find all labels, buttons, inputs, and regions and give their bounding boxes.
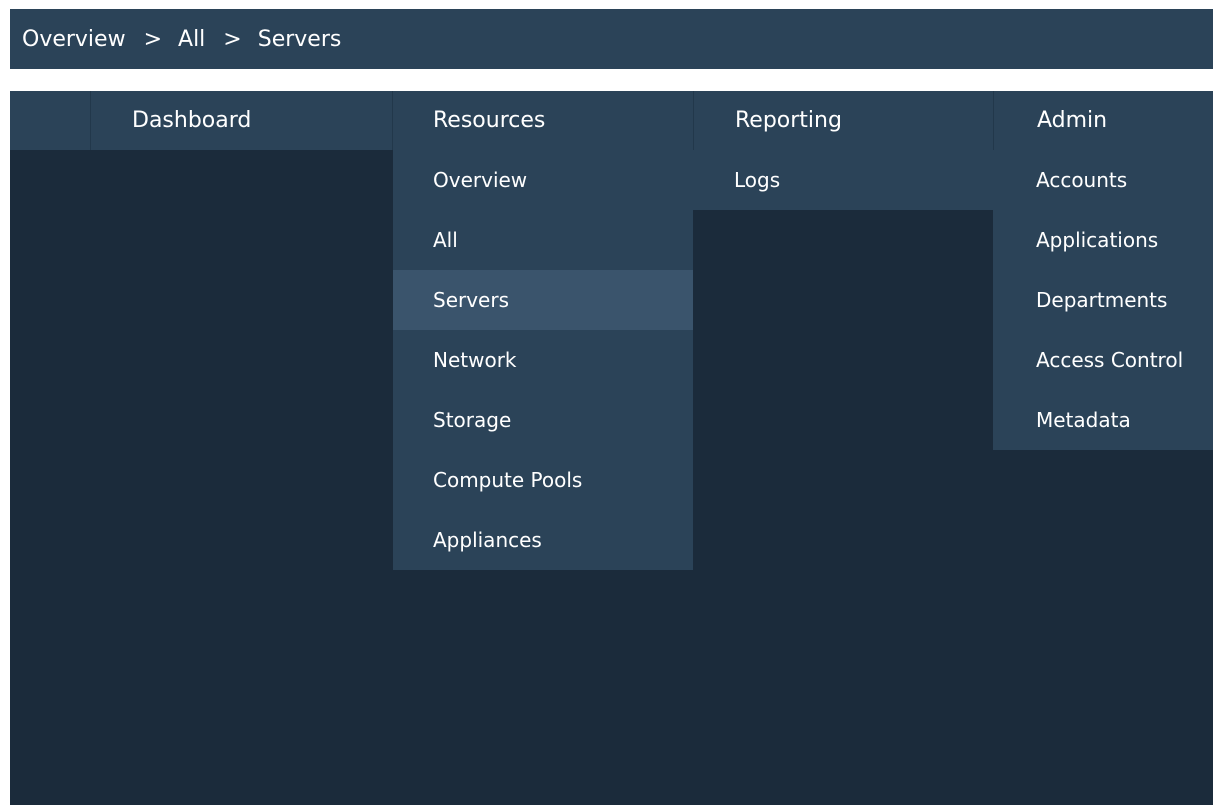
submenu-item-access-control[interactable]: Access Control [993,330,1213,390]
breadcrumb-item-overview[interactable]: Overview [22,27,126,52]
submenu-item-appliances[interactable]: Appliances [393,510,693,570]
reporting-submenu: Logs [693,150,993,210]
submenu-item-overview[interactable]: Overview [393,150,693,210]
submenu-item-logs[interactable]: Logs [693,150,993,210]
breadcrumb-separator-icon: > [223,26,242,52]
menu-column-dashboard: Dashboard [91,91,393,150]
main-panel: Dashboard Resources Overview All Servers… [10,91,1213,805]
menu-admin[interactable]: Admin [993,91,1213,150]
menu-reporting[interactable]: Reporting [693,91,993,150]
resources-submenu: Overview All Servers Network Storage Com… [393,150,693,570]
menu-bar-leader [10,91,91,150]
submenu-item-applications[interactable]: Applications [993,210,1213,270]
submenu-item-accounts[interactable]: Accounts [993,150,1213,210]
menu-column-resources: Resources Overview All Servers Network S… [393,91,693,570]
menu-resources[interactable]: Resources [393,91,693,150]
breadcrumb-separator-icon: > [143,26,163,52]
submenu-item-servers[interactable]: Servers [393,270,693,330]
menu-column-reporting: Reporting Logs [693,91,993,210]
breadcrumb-item-all[interactable]: All [178,27,205,52]
admin-submenu: Accounts Applications Departments Access… [993,150,1213,450]
submenu-item-storage[interactable]: Storage [393,390,693,450]
menu-dashboard[interactable]: Dashboard [91,91,393,150]
submenu-item-metadata[interactable]: Metadata [993,390,1213,450]
breadcrumb: Overview > All > Servers [10,9,1213,69]
page: Overview > All > Servers Dashboard Resou… [0,0,1223,805]
submenu-item-departments[interactable]: Departments [993,270,1213,330]
breadcrumb-item-servers[interactable]: Servers [258,27,342,52]
menu-bar: Dashboard Resources Overview All Servers… [10,91,1213,570]
submenu-item-compute-pools[interactable]: Compute Pools [393,450,693,510]
submenu-item-network[interactable]: Network [393,330,693,390]
menu-column-admin: Admin Accounts Applications Departments … [993,91,1213,450]
submenu-item-all[interactable]: All [393,210,693,270]
